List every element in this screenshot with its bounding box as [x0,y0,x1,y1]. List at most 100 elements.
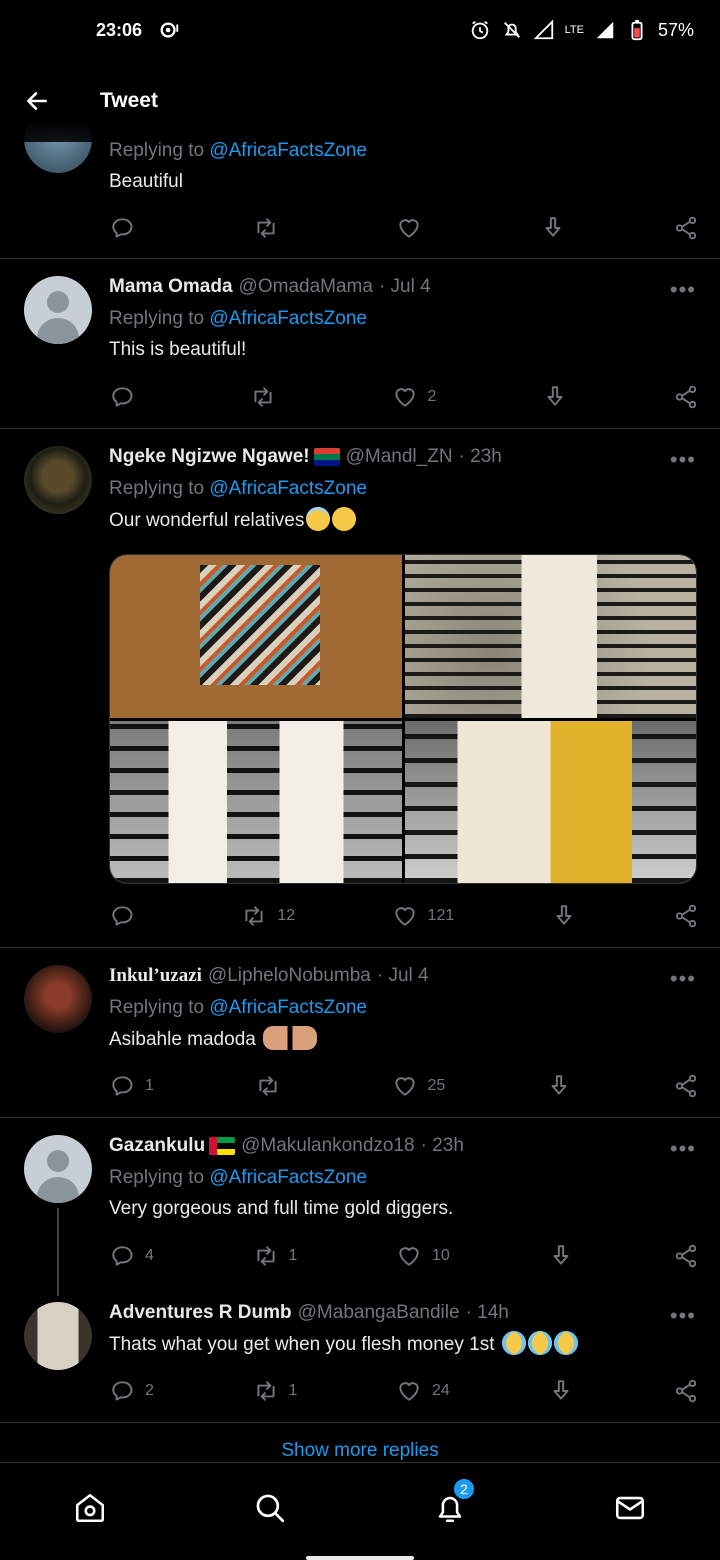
battery-percent: 57% [657,19,694,40]
retweet-icon [245,906,263,926]
retweet-button[interactable]: 12 [241,903,295,929]
retweet-count: 1 [288,1247,298,1264]
share-button[interactable] [673,384,699,410]
reply-handle-link[interactable]: @AfricaFactsZone [209,997,367,1018]
avatar[interactable] [24,276,92,344]
retweet-button[interactable] [250,384,286,410]
alarm-icon [471,20,488,40]
like-button[interactable] [396,215,432,241]
media-photo-3[interactable] [110,720,402,883]
status-time: 23:06 [96,19,143,40]
tweet-media-grid[interactable] [109,554,697,884]
like-button[interactable]: 25 [392,1073,445,1099]
author-name[interactable]: Gazankulu [109,1133,205,1159]
reply-button[interactable] [109,215,145,241]
pointing-hands-emoji-icon [263,1026,318,1050]
author-handle[interactable]: @Mandl_ZN [346,444,453,470]
author-handle[interactable]: @Makulankondzo18 [241,1133,415,1159]
nav-search[interactable] [240,1483,300,1533]
share-button[interactable] [673,1073,699,1099]
system-home-indicator[interactable] [306,1556,414,1560]
author-handle[interactable]: @LipheloNobumba [208,963,371,989]
tears-of-joy-emoji-icon [501,1331,526,1355]
retweet-button[interactable] [253,215,289,241]
reply-button[interactable] [109,903,145,929]
author-handle[interactable]: @OmadaMama [239,274,373,300]
share-button[interactable] [673,215,699,241]
reply-handle-link[interactable]: @AfricaFactsZone [209,308,367,329]
tears-of-joy-emoji-icon [527,1331,552,1355]
heart-icon [399,1382,419,1401]
author-name[interactable]: Adventures R Dumb [109,1300,292,1326]
share-icon [675,216,697,240]
reply-button[interactable]: 2 [109,1378,154,1404]
bottom-navigation: 2 [0,1462,720,1560]
download-button[interactable] [542,384,568,410]
like-button[interactable]: 121 [392,903,454,929]
share-button[interactable] [673,903,699,929]
tweet-ngeke[interactable]: ••• Ngeke Ngizwe Ngawe! @Mandl_ZN · 23h Re… [0,429,720,947]
retweet-button[interactable]: 1 [253,1243,298,1269]
tweet-text: Thats what you get when you flesh money … [109,1334,495,1355]
reply-handle-link[interactable]: @AfricaFactsZone [209,1167,367,1188]
download-icon [553,1380,569,1400]
media-photo-2[interactable] [404,555,696,718]
reply-handle-link[interactable]: @AfricaFactsZone [209,478,367,499]
like-button[interactable]: 24 [396,1378,450,1404]
tweet-adventures[interactable]: ••• Adventures R Dumb @MabangaBandile · 14… [0,1285,720,1422]
share-icon [675,904,697,928]
download-icon [545,217,560,237]
like-button[interactable]: 10 [396,1243,450,1269]
reply-button[interactable]: 4 [109,1243,154,1269]
avatar[interactable] [24,965,92,1033]
reply-button[interactable] [109,384,145,410]
nav-notifications[interactable]: 2 [420,1477,480,1533]
download-button[interactable] [548,1378,574,1404]
hug-emoji-icon [332,507,357,531]
share-button[interactable] [673,1378,699,1404]
reply-count: 4 [145,1247,154,1264]
tweet-time: · Jul 4 [378,276,431,297]
download-button[interactable] [551,903,577,929]
author-handle[interactable]: @MabangaBandile [298,1300,460,1326]
download-button[interactable] [548,1243,574,1269]
avatar[interactable] [24,446,92,514]
back-button[interactable] [0,60,74,142]
tweet-actions: 2 [109,382,699,412]
nav-messages[interactable] [600,1483,660,1533]
retweet-button[interactable]: 1 [253,1378,297,1404]
download-icon [556,905,572,925]
reply-button[interactable]: 1 [109,1073,154,1099]
replying-to: Replying to @AfricaFactsZone [109,476,696,502]
tweet-mama-omada[interactable]: ••• Mama Omada @OmadaMama · Jul 4 Replying… [0,259,720,428]
tweet-gazankulu[interactable]: ••• Gazankulu @Makulankondzo18 · 23h Reply… [0,1118,720,1296]
retweet-icon [256,218,275,238]
tweet-actions: 2 1 24 [109,1376,699,1406]
replying-to: Replying to @AfricaFactsZone [109,995,696,1021]
media-photo-1[interactable] [110,555,402,718]
download-button[interactable] [540,215,566,241]
tweet-text: This is beautiful! [109,339,247,360]
search-icon [256,1494,285,1523]
like-button[interactable]: 2 [392,384,436,410]
avatar[interactable] [24,1302,92,1370]
reply-icon [112,1246,133,1266]
nav-home[interactable] [60,1483,120,1533]
author-name[interactable]: Ngeke Ngizwe Ngawe! [109,444,310,470]
tweet-inkul[interactable]: ••• Inkul’uzazi @LipheloNobumba · Jul 4 Re… [0,948,720,1117]
reply-icon [112,1381,133,1401]
author-name[interactable]: Inkul’uzazi [109,963,202,989]
heart-icon [394,388,415,407]
tweet-text: Beautiful [109,171,183,192]
replying-to-label: Replying to [109,140,205,161]
author-name[interactable]: Mama Omada [109,274,233,300]
share-button[interactable] [673,1243,699,1269]
media-photo-4[interactable] [404,720,696,883]
reply-handle-link[interactable]: @AfricaFactsZone [209,140,367,161]
avatar[interactable] [24,1135,92,1203]
show-more-replies-button[interactable]: Show more replies [0,1440,720,1462]
retweet-button[interactable] [255,1073,291,1099]
download-button[interactable] [546,1073,572,1099]
retweet-icon [259,1076,277,1096]
notifications-badge: 2 [452,1477,476,1501]
